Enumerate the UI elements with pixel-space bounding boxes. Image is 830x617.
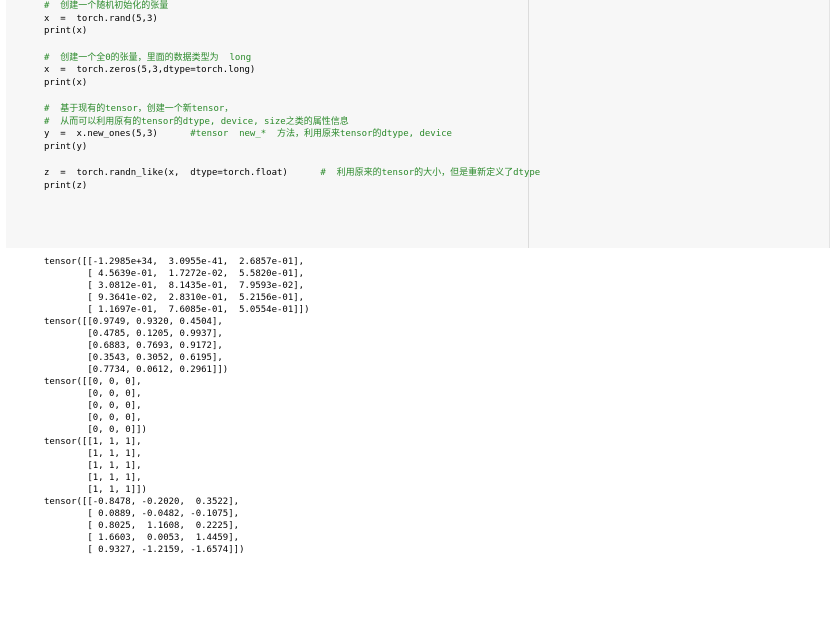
output-line: [1, 1, 1]]) <box>44 485 147 495</box>
output-line: [ 0.0889, -0.0482, -0.1075], <box>44 509 240 519</box>
output-line: tensor([[0.9749, 0.9320, 0.4504], <box>44 317 223 327</box>
code-blank-line <box>44 153 540 167</box>
output-line: [1, 1, 1], <box>44 449 142 459</box>
code-comment-line: # 创建一个全0的张量，里面的数据类型为 long <box>44 52 252 63</box>
output-line: [0.6883, 0.7693, 0.9172], <box>44 341 223 351</box>
code-line: x = torch.rand(5,3) <box>44 13 158 24</box>
output-line: [1, 1, 1], <box>44 473 142 483</box>
output-line: [1, 1, 1], <box>44 461 142 471</box>
code-text: y = x.new_ones(5,3) <box>44 129 158 139</box>
output-line: [0, 0, 0]]) <box>44 425 147 435</box>
output-line: [0, 0, 0], <box>44 413 142 423</box>
code-line: print(x) <box>44 77 88 88</box>
output-line: [ 9.3641e-02, 2.8310e-01, 5.2156e-01], <box>44 293 305 303</box>
code-comment-line: # 从而可以利用原有的tensor的dtype, device, size之类的… <box>44 116 349 127</box>
output-line: [ 1.1697e-01, 7.6085e-01, 5.0554e-01]]) <box>44 305 310 315</box>
code-blank-line <box>44 89 540 103</box>
output-line: tensor([[-0.8478, -0.2020, 0.3522], <box>44 497 240 507</box>
output-line: tensor([[0, 0, 0], <box>44 377 142 387</box>
code-comment-line: # 创建一个随机初始化的张量 <box>44 1 169 11</box>
output-line: tensor([[1, 1, 1], <box>44 437 142 447</box>
inline-comment: # 利用原来的tensor的大小，但是重新定义了dtype <box>287 168 541 178</box>
code-comment-line: # 基于现有的tensor，创建一个新tensor， <box>44 104 234 114</box>
code-line: print(x) <box>44 26 88 36</box>
output-line: [ 0.9327, -1.2159, -1.6574]]) <box>44 545 245 555</box>
output-line: [ 3.0812e-01, 8.1435e-01, 7.9593e-02], <box>44 281 305 291</box>
code-line: y = x.new_ones(5,3) #tensor new_* 方法，利用原… <box>44 128 540 141</box>
output-line: [0.4785, 0.1205, 0.9937], <box>44 329 223 339</box>
code-line: x = torch.zeros(5,3,dtype=torch.long) <box>44 65 256 75</box>
code-text: z = torch.randn_like(x, dtype=torch.floa… <box>44 168 288 178</box>
output-line: [0, 0, 0], <box>44 401 142 411</box>
code-blank-line <box>44 38 540 52</box>
output-line: [ 0.8025, 1.1608, 0.2225], <box>44 521 240 531</box>
code-editor[interactable]: # 创建一个随机初始化的张量 x = torch.rand(5,3) print(x… <box>44 0 540 192</box>
output-line: [0.7734, 0.0612, 0.2961]]) <box>44 365 229 375</box>
code-cell[interactable]: # 创建一个随机初始化的张量 x = torch.rand(5,3) print(x… <box>6 0 830 248</box>
output-line: [0.3543, 0.3052, 0.6195], <box>44 353 223 363</box>
output-line: tensor([[-1.2985e+34, 3.0955e-41, 2.6857… <box>44 257 305 267</box>
code-line: z = torch.randn_like(x, dtype=torch.floa… <box>44 167 540 180</box>
output-line: [ 4.5639e-01, 1.7272e-02, 5.5820e-01], <box>44 269 305 279</box>
output-line: [ 1.6603, 0.0053, 1.4459], <box>44 533 240 543</box>
code-line: print(z) <box>44 180 88 191</box>
cell-output: tensor([[-1.2985e+34, 3.0955e-41, 2.6857… <box>44 256 310 556</box>
code-line: print(y) <box>44 141 88 152</box>
output-line: [0, 0, 0], <box>44 389 142 399</box>
inline-comment: #tensor new_* 方法，利用原来tensor的dtype, devic… <box>157 129 452 139</box>
